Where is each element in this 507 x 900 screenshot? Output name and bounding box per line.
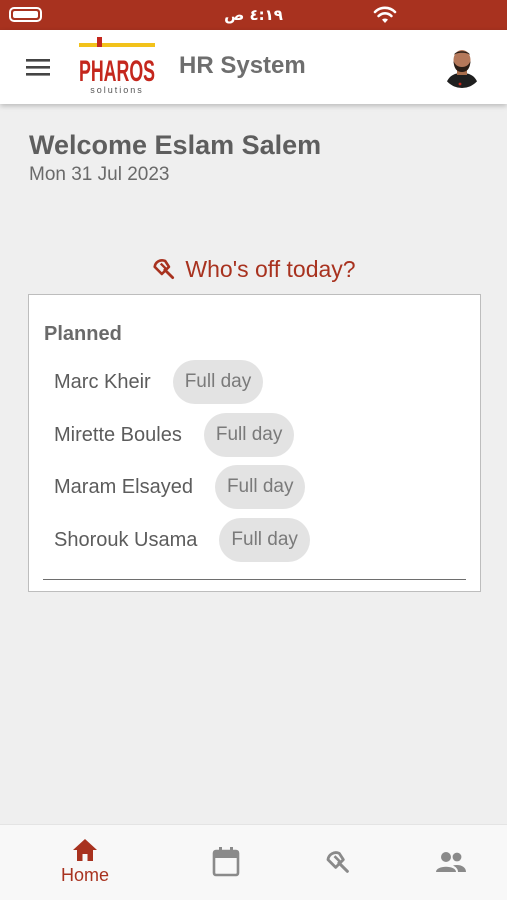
user-avatar[interactable] bbox=[441, 44, 483, 88]
nav-people[interactable] bbox=[406, 825, 496, 900]
employee-name: Mirette Boules bbox=[54, 423, 182, 446]
planned-section-title: Planned bbox=[44, 323, 122, 345]
home-icon bbox=[73, 839, 97, 861]
welcome-heading: Welcome Eslam Salem bbox=[29, 130, 322, 160]
app-title: HR System bbox=[179, 52, 306, 79]
employee-name: Maram Elsayed bbox=[54, 475, 193, 498]
menu-icon[interactable] bbox=[24, 56, 52, 78]
status-bar: ٤:١٩ ص bbox=[0, 0, 507, 30]
nav-calendar[interactable] bbox=[181, 825, 271, 900]
umbrella-icon bbox=[326, 851, 349, 873]
nav-home-label: Home bbox=[60, 865, 109, 885]
wifi-icon bbox=[373, 6, 397, 23]
employee-name: Marc Kheir bbox=[54, 370, 151, 393]
calendar-icon bbox=[212, 847, 240, 877]
duration-chip: Full day bbox=[203, 413, 295, 457]
svg-text:PHAROS: PHAROS bbox=[79, 55, 155, 88]
current-date: Mon 31 Jul 2023 bbox=[29, 164, 170, 185]
list-item: Maram Elsayed Full day bbox=[54, 465, 306, 509]
duration-chip: Full day bbox=[172, 360, 264, 404]
duration-chip: Full day bbox=[214, 465, 306, 509]
nav-time-off[interactable] bbox=[293, 825, 383, 900]
status-time: ٤:١٩ ص bbox=[224, 6, 283, 24]
people-icon bbox=[436, 852, 466, 872]
card-divider bbox=[43, 579, 466, 580]
pharos-logo: PHAROS solutions bbox=[79, 37, 155, 95]
whos-off-heading: Who's off today? bbox=[0, 256, 507, 283]
whos-off-card: Planned Marc Kheir Full day Mirette Boul… bbox=[28, 294, 481, 592]
employee-name: Shorouk Usama bbox=[54, 528, 198, 551]
list-item: Shorouk Usama Full day bbox=[54, 518, 310, 562]
list-item: Mirette Boules Full day bbox=[54, 413, 295, 457]
app-bar: PHAROS solutions HR System bbox=[0, 30, 507, 104]
umbrella-icon bbox=[153, 259, 175, 280]
duration-chip: Full day bbox=[219, 518, 310, 562]
whos-off-label: Who's off today? bbox=[185, 256, 356, 282]
bottom-nav: Home bbox=[0, 824, 507, 900]
svg-text:solutions: solutions bbox=[90, 85, 144, 95]
list-item: Marc Kheir Full day bbox=[54, 360, 264, 404]
nav-home[interactable]: Home bbox=[40, 825, 130, 900]
